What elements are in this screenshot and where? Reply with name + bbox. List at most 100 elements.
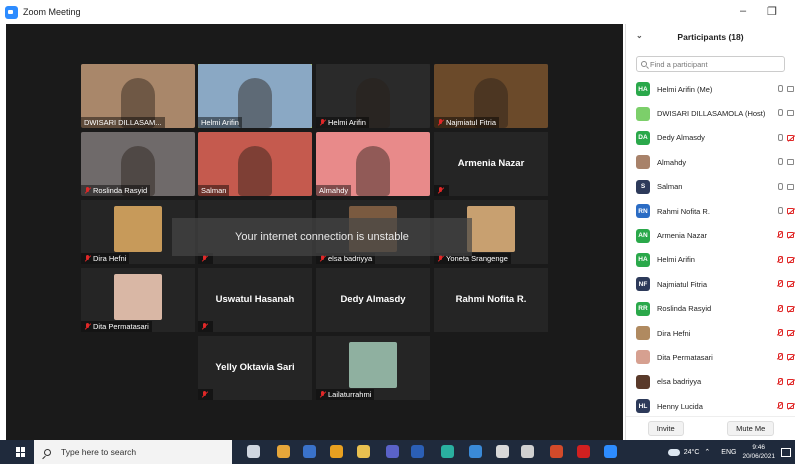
video-tile[interactable]: Helmi Arifin (198, 64, 312, 128)
tile-name-text: Roslinda Rasyid (93, 186, 148, 195)
participant-status-icons (777, 133, 794, 142)
video-tile[interactable]: Helmi Arifin (316, 64, 430, 128)
avatar: HA (636, 252, 650, 267)
tile-display-name: Armenia Nazar (457, 158, 525, 169)
mic-muted-icon (777, 402, 783, 410)
participant-row[interactable]: Dita Permatasari (626, 345, 795, 369)
video-tile[interactable]: Najmiatul Fitria (434, 64, 548, 128)
mic-icon (777, 158, 783, 166)
zoom-icon[interactable] (604, 445, 617, 458)
restore-button[interactable]: ❐ (767, 5, 777, 18)
chrome-icon[interactable] (277, 445, 290, 458)
participant-name: Najmiatul Fitria (657, 279, 708, 289)
video-tile[interactable]: Armenia Nazar (434, 132, 548, 196)
avatar: NF (636, 277, 650, 292)
search-app-icon[interactable] (330, 445, 343, 458)
mic-icon (777, 133, 783, 142)
minimize-button[interactable]: – (740, 5, 746, 17)
teams-icon[interactable] (386, 445, 399, 458)
clock-date: 20/06/2021 (742, 453, 775, 460)
edge-icon[interactable] (441, 445, 454, 458)
taskbar-search-placeholder: Type here to search (61, 447, 137, 457)
task-view-icon[interactable] (247, 445, 260, 458)
video-tile[interactable]: Dita Permatasari (81, 268, 195, 332)
participant-row[interactable]: DA Dedy Almasdy (626, 126, 795, 150)
mic-muted-icon (84, 323, 91, 330)
search-icon (44, 448, 51, 456)
folder-icon[interactable] (357, 445, 370, 458)
language-indicator[interactable]: ENG (721, 449, 736, 456)
participant-row[interactable]: Almahdy (626, 150, 795, 174)
mic-icon (777, 182, 783, 191)
zoom-app-icon (5, 5, 18, 19)
file-explorer-icon[interactable] (303, 445, 316, 458)
taskbar-clock[interactable]: 9:46 20/06/2021 (742, 443, 775, 461)
participant-search-placeholder: Find a participant (650, 59, 708, 69)
tile-display-name: Yelly Oktavia Sari (215, 362, 295, 373)
tile-display-name: Uswatul Hasanah (215, 294, 295, 305)
window-title: Zoom Meeting (23, 7, 81, 17)
windows-start-icon[interactable] (16, 447, 26, 457)
video-tile[interactable]: Dedy Almasdy (316, 268, 430, 332)
video-off-icon (787, 256, 794, 263)
acrobat-icon[interactable] (577, 445, 590, 458)
participant-row[interactable]: DWISARI DILLASAMOLA (Host) (626, 101, 795, 125)
participant-row[interactable]: RR Roslinda Rasyid (626, 297, 795, 321)
mute-me-button[interactable]: Mute Me (727, 421, 775, 436)
connection-warning: Your internet connection is unstable (172, 218, 472, 256)
mail-icon[interactable] (469, 445, 482, 458)
camera-icon[interactable] (521, 445, 534, 458)
mic-muted-icon (437, 119, 444, 126)
taskbar-search-box[interactable]: Type here to search (34, 440, 232, 464)
video-tile[interactable]: Almahdy (316, 132, 430, 196)
tile-display-name: Dedy Almasdy (340, 294, 406, 305)
participant-row[interactable]: HA Helmi Arifin (Me) (626, 77, 795, 101)
video-tile[interactable]: Lailaturrahmi (316, 336, 430, 400)
mic-muted-icon (437, 187, 444, 194)
participant-status-icons (777, 280, 794, 288)
participant-name: Dedy Almasdy (657, 133, 705, 143)
store-icon[interactable] (496, 445, 509, 458)
tile-name-label (198, 389, 213, 400)
video-tile[interactable]: DWISARI DILLASAM... (81, 64, 195, 128)
participant-row[interactable]: S Salman (626, 175, 795, 199)
participant-row[interactable]: HA Helmi Arifin (626, 248, 795, 272)
video-tile[interactable]: Rahmi Nofita R. (434, 268, 548, 332)
video-icon (787, 110, 794, 117)
participant-name: Helmi Arifin (Me) (657, 84, 713, 94)
avatar (636, 374, 650, 389)
weather-icon[interactable] (667, 448, 680, 456)
video-tile[interactable]: Salman (198, 132, 312, 196)
participant-status-icons (777, 377, 794, 386)
participant-status-icons (777, 158, 794, 166)
mic-muted-icon (201, 323, 208, 330)
participant-figure (238, 78, 272, 128)
participant-name: Dira Hefni (657, 328, 691, 338)
video-tile[interactable]: Uswatul Hasanah (198, 268, 312, 332)
participant-thumbnail (114, 274, 162, 320)
participant-name: Rahmi Nofita R. (657, 206, 710, 216)
video-tile[interactable]: Yelly Oktavia Sari (198, 336, 312, 400)
participant-row[interactable]: NF Najmiatul Fitria (626, 272, 795, 296)
mic-icon (777, 206, 783, 215)
participant-row[interactable]: RN Rahmi Nofita R. (626, 199, 795, 223)
word-icon[interactable] (411, 445, 424, 458)
participant-row[interactable]: Dira Hefni (626, 321, 795, 345)
participant-search-input[interactable]: Find a participant (636, 56, 785, 72)
weather-temp[interactable]: 24°C (684, 449, 700, 456)
invite-button[interactable]: Invite (647, 421, 684, 436)
tile-name-label: Helmi Arifin (198, 117, 242, 128)
video-tile[interactable]: Roslinda Rasyid (81, 132, 195, 196)
chevron-up-icon[interactable]: ⌃ (704, 448, 710, 456)
tile-name-text: Helmi Arifin (201, 118, 239, 127)
participant-row[interactable]: HL Henny Lucida (626, 394, 795, 418)
notification-icon[interactable] (781, 447, 791, 457)
tile-name-label: Almahdy (316, 185, 352, 196)
tile-name-label: Dita Permatasari (81, 321, 152, 332)
chevron-down-icon[interactable]: ⌄ (636, 31, 643, 40)
participant-row[interactable]: AN Armenia Nazar (626, 223, 795, 247)
powerpoint-icon[interactable] (550, 445, 563, 458)
mic-muted-icon (319, 391, 326, 398)
mic-muted-icon (319, 255, 326, 262)
participant-row[interactable]: elsa badriyya (626, 370, 795, 394)
